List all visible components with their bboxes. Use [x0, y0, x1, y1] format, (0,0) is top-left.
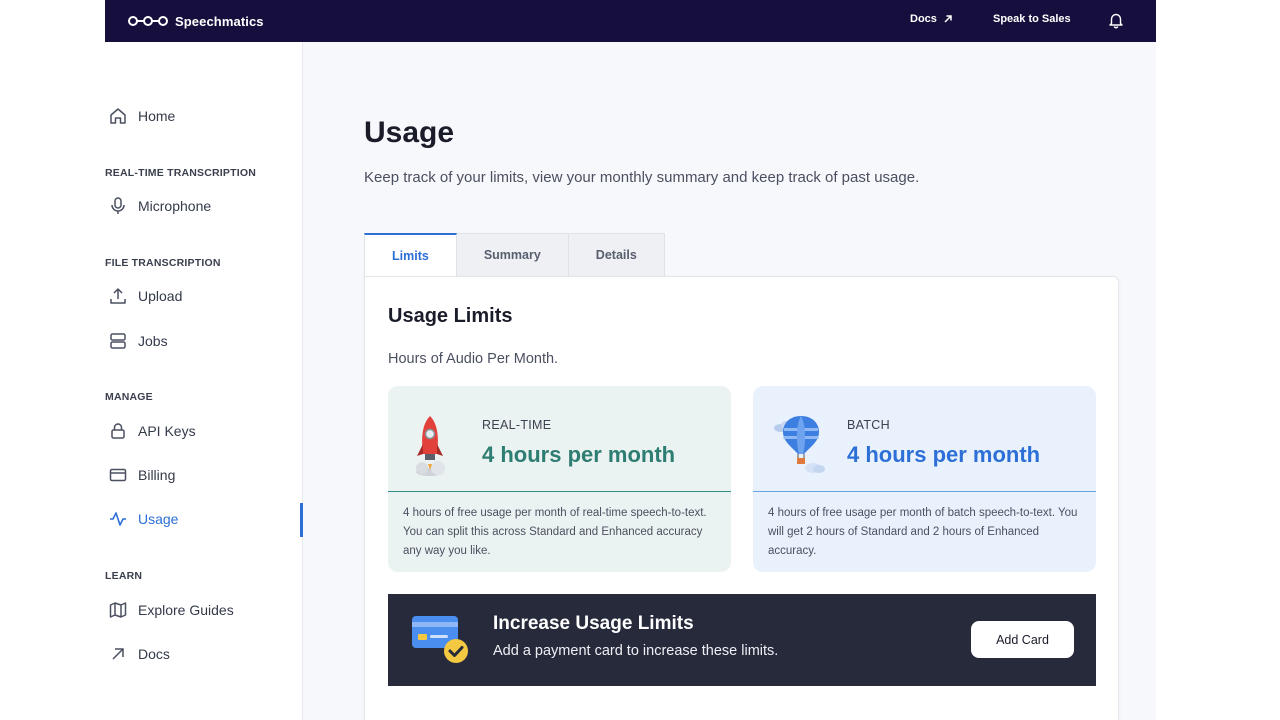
sidebar-item-label: Jobs	[138, 333, 168, 349]
speak-to-sales-label: Speak to Sales	[993, 13, 1071, 25]
sidebar-item-label: Usage	[138, 511, 179, 527]
sidebar: Home REAL-TIME TRANSCRIPTION Microphone …	[105, 42, 303, 720]
upgrade-title: Increase Usage Limits	[493, 613, 694, 634]
sidebar-item-label: Microphone	[138, 198, 212, 214]
top-docs-link[interactable]: Docs	[910, 13, 953, 25]
activity-icon	[110, 512, 126, 526]
usage-limits-panel: Usage Limits Hours of Audio Per Month. R…	[364, 276, 1119, 720]
section-head-file: FILE TRANSCRIPTION	[105, 257, 221, 269]
jobs-icon	[110, 333, 126, 349]
card-amount: 4 hours per month	[847, 442, 1041, 467]
app-frame: Speechmatics Docs Speak to Sales Home RE…	[105, 0, 1156, 720]
page-subtitle: Keep track of your limits, view your mon…	[364, 169, 920, 186]
sidebar-item-explore-guides[interactable]: Explore Guides	[105, 592, 303, 628]
sidebar-item-usage[interactable]: Usage	[105, 501, 303, 537]
increase-limits-banner: Increase Usage Limits Add a payment card…	[388, 594, 1096, 686]
credit-card-icon	[109, 468, 127, 482]
brand-name: Speechmatics	[175, 13, 264, 29]
sidebar-item-home[interactable]: Home	[105, 98, 303, 134]
section-head-realtime: REAL-TIME TRANSCRIPTION	[105, 167, 257, 179]
tab-limits[interactable]: Limits	[364, 233, 457, 277]
card-header: BATCH 4 hours per month	[753, 386, 1096, 492]
top-bar: Speechmatics Docs Speak to Sales	[105, 0, 1156, 42]
top-docs-label: Docs	[910, 13, 937, 25]
sidebar-item-upload[interactable]: Upload	[105, 278, 303, 314]
card-description: 4 hours of free usage per month of batch…	[768, 507, 1078, 557]
tab-details[interactable]: Details	[568, 233, 665, 277]
sidebar-item-jobs[interactable]: Jobs	[105, 323, 303, 359]
home-icon	[110, 108, 126, 124]
sidebar-item-label: Billing	[138, 467, 176, 483]
realtime-limit-card: REAL-TIME 4 hours per month 4 hours of f…	[388, 386, 731, 572]
logo-icon	[128, 16, 168, 26]
tab-summary[interactable]: Summary	[456, 233, 569, 277]
sidebar-item-label: API Keys	[138, 423, 196, 439]
map-icon	[109, 602, 127, 618]
panel-title: Usage Limits	[388, 305, 513, 327]
external-arrow-icon	[944, 15, 952, 23]
section-head-manage: MANAGE	[105, 391, 153, 403]
batch-limit-card: BATCH 4 hours per month 4 hours of free …	[753, 386, 1096, 572]
sidebar-item-docs[interactable]: Docs	[105, 636, 303, 672]
sidebar-item-label: Explore Guides	[138, 602, 234, 618]
sidebar-item-microphone[interactable]: Microphone	[105, 188, 303, 224]
panel-subtitle: Hours of Audio Per Month.	[388, 351, 559, 367]
rocket-icon	[416, 416, 445, 476]
hot-air-balloon-icon	[774, 416, 825, 473]
sidebar-item-label: Home	[138, 108, 176, 124]
bell-icon[interactable]	[1107, 11, 1125, 29]
lock-icon	[111, 423, 125, 439]
speak-to-sales-link[interactable]: Speak to Sales	[993, 13, 1071, 25]
sidebar-item-label: Docs	[138, 646, 170, 662]
card-kind: BATCH	[847, 418, 890, 432]
upgrade-subtitle: Add a payment card to increase these lim…	[493, 643, 779, 659]
sidebar-item-api-keys[interactable]: API Keys	[105, 413, 303, 449]
upload-icon	[110, 288, 126, 304]
section-head-learn: LEARN	[105, 570, 143, 582]
card-kind: REAL-TIME	[482, 418, 552, 432]
microphone-icon	[111, 197, 125, 214]
add-card-button[interactable]: Add Card	[971, 621, 1074, 658]
card-amount: 4 hours per month	[482, 442, 676, 467]
usage-tabs: Limits Summary Details	[364, 233, 665, 277]
external-arrow-icon	[112, 648, 124, 660]
card-header: REAL-TIME 4 hours per month	[388, 386, 731, 492]
brand-logo[interactable]: Speechmatics	[127, 12, 264, 30]
card-description: 4 hours of free usage per month of real-…	[403, 507, 707, 557]
payment-card-check-icon	[412, 616, 468, 663]
sidebar-item-label: Upload	[138, 288, 183, 304]
sidebar-item-billing[interactable]: Billing	[105, 457, 303, 493]
page-title: Usage	[364, 116, 455, 149]
